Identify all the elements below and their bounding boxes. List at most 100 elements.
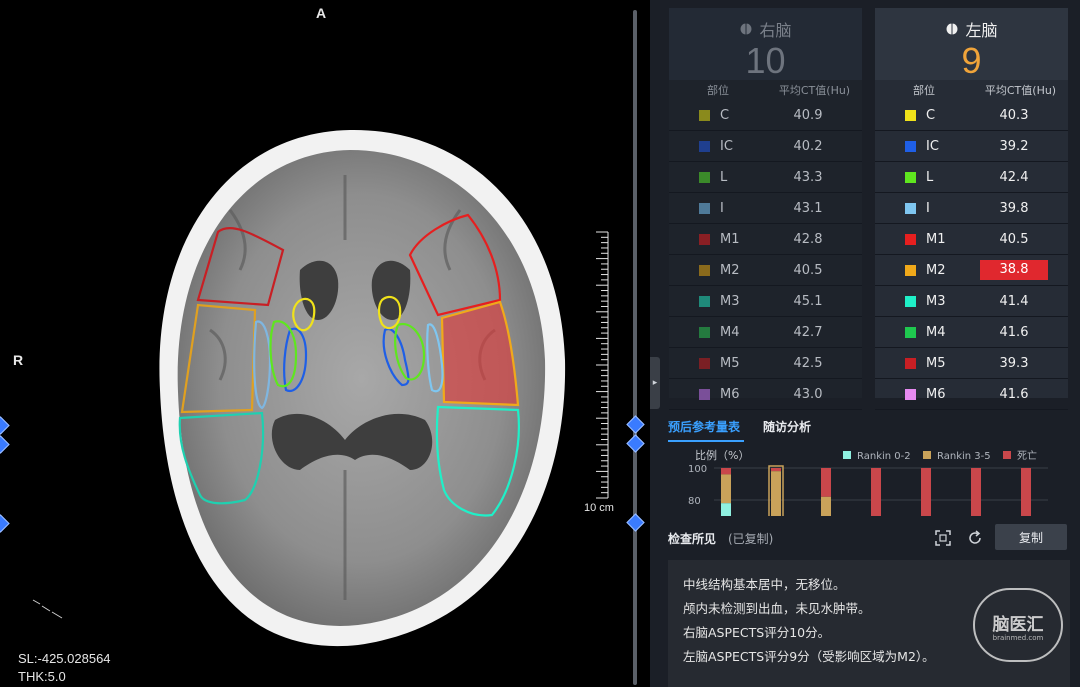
region-color-swatch <box>905 140 916 152</box>
chart-bar-segment <box>771 471 781 516</box>
legend-label: 死亡 <box>1017 449 1037 462</box>
region-name: M1 <box>720 231 740 247</box>
region-ct-value: 40.5 <box>793 262 823 278</box>
region-color-swatch <box>699 326 710 338</box>
left-hemisphere-score: 9 <box>961 40 982 81</box>
slice-slider-track[interactable] <box>633 10 637 685</box>
y-tick-label: 100 <box>688 464 707 475</box>
region-ct-value: 42.7 <box>793 324 823 340</box>
table-row[interactable]: C 40.3 <box>875 100 1068 131</box>
region-ct-value: 40.9 <box>793 107 823 123</box>
region-ct-value: 42.4 <box>999 169 1029 185</box>
table-row[interactable]: IC 39.2 <box>875 131 1068 162</box>
region-ct-value: 42.8 <box>793 231 823 247</box>
chart-bar-segment <box>971 468 981 516</box>
legend-swatch <box>923 451 931 459</box>
findings-header: 检查所见 (已复制) 复制 <box>668 524 1068 552</box>
finding-line: 左脑ASPECTS评分9分（受影响区域为M2）。 <box>683 649 935 664</box>
findings-status: (已复制) <box>728 532 774 546</box>
tab-followup[interactable]: 随访分析 <box>763 418 811 435</box>
left-hemisphere-title: 左脑 <box>965 21 998 40</box>
region-name: M2 <box>720 262 740 278</box>
table-row[interactable]: L 42.4 <box>875 162 1068 193</box>
finding-line: 颅内未检测到出血，未见水肿带。 <box>683 601 871 616</box>
left-hemisphere-card[interactable]: 左脑 9 <box>875 8 1068 81</box>
tab-prognosis[interactable]: 预后参考量表 <box>668 418 740 435</box>
table-row[interactable]: M2 40.5 <box>669 255 862 286</box>
region-ct-value: 39.3 <box>999 355 1029 371</box>
region-ct-value: 43.1 <box>793 200 823 216</box>
logo-text: 脑医汇 <box>992 615 1044 635</box>
region-color-swatch <box>905 171 916 183</box>
table-row[interactable]: M1 40.5 <box>875 224 1068 255</box>
region-name: M4 <box>720 324 740 340</box>
ct-viewer[interactable]: A R 10 cm SL:-425.028564 THK:5.0 <box>0 0 650 687</box>
right-hemisphere-table: 部位 平均CT值(Hu) C 40.9 IC 40.2 L 43.3 I 43.1 M1 42.8… <box>669 80 862 410</box>
right-hemisphere-card[interactable]: 右脑 10 <box>669 8 862 81</box>
copy-button[interactable]: 复制 <box>995 524 1067 550</box>
table-row[interactable]: C 40.9 <box>669 100 862 131</box>
region-name: M3 <box>926 293 946 309</box>
table-row[interactable]: M6 41.6 <box>875 379 1068 410</box>
region-name: M4 <box>926 324 946 340</box>
table-row[interactable]: I 43.1 <box>669 193 862 224</box>
right-hemisphere-score: 10 <box>745 40 786 81</box>
chart-bar-segment <box>871 468 881 516</box>
slice-location-text: SL:-425.028564 <box>18 651 111 666</box>
fullscreen-icon[interactable] <box>935 530 951 546</box>
table-row[interactable]: M2 38.8 <box>875 255 1068 286</box>
region-ct-value: 43.3 <box>793 169 823 185</box>
legend-swatch <box>1003 451 1011 459</box>
left-hemisphere-table: 部位 平均CT值(Hu) C 40.3 IC 39.2 L 42.4 I 39.8 M1 40.5… <box>875 80 1068 410</box>
region-color-swatch <box>699 264 710 276</box>
column-header-region: 部位 <box>707 84 729 97</box>
right-hemisphere-title: 右脑 <box>759 21 792 40</box>
table-row[interactable]: M4 42.7 <box>669 317 862 348</box>
chart-bar-segment <box>921 468 931 516</box>
region-color-swatch <box>699 171 710 183</box>
table-row[interactable]: M4 41.6 <box>875 317 1068 348</box>
table-row[interactable]: M6 43.0 <box>669 379 862 410</box>
chart-bar-segment <box>721 468 731 475</box>
table-row[interactable]: L 43.3 <box>669 162 862 193</box>
panel-collapse-toggle[interactable]: ▸ <box>650 357 660 409</box>
region-name: I <box>720 200 724 216</box>
prognosis-chart: 比例（%） Rankin 0-2 Rankin 3-5 死亡 100 80 <box>668 444 1068 516</box>
chart-bar-segment <box>771 468 781 472</box>
chart-bar-segment <box>821 468 831 497</box>
table-row[interactable]: M3 45.1 <box>669 286 862 317</box>
table-row[interactable]: IC 40.2 <box>669 131 862 162</box>
region-name: M3 <box>720 293 740 309</box>
region-name: L <box>926 169 934 185</box>
orientation-right-label: R <box>13 352 24 368</box>
y-tick-label: 80 <box>688 496 701 507</box>
column-header-ct: 平均CT值(Hu) <box>984 84 1057 97</box>
table-row[interactable]: M1 42.8 <box>669 224 862 255</box>
column-header-ct: 平均CT值(Hu) <box>778 84 851 97</box>
table-row[interactable]: M5 42.5 <box>669 348 862 379</box>
findings-text-box[interactable]: 中线结构基本居中，无移位。 颅内未检测到出血，未见水肿带。 右脑ASPECTS评… <box>668 560 1070 687</box>
chart-bar-segment <box>821 496 831 516</box>
table-row[interactable]: M5 39.3 <box>875 348 1068 379</box>
region-name: C <box>720 107 730 123</box>
region-color-swatch <box>905 202 916 214</box>
refresh-icon[interactable] <box>967 530 983 546</box>
region-name: M2 <box>926 262 946 278</box>
column-header-region: 部位 <box>913 84 935 97</box>
table-row[interactable]: M3 41.4 <box>875 286 1068 317</box>
region-name: M6 <box>720 386 740 402</box>
chevron-right-icon: ▸ <box>652 378 658 388</box>
region-color-swatch <box>699 109 710 121</box>
region-name: M5 <box>926 355 946 371</box>
region-color-swatch <box>905 233 916 245</box>
region-color-swatch <box>699 202 710 214</box>
region-color-swatch <box>699 388 710 400</box>
table-row[interactable]: I 39.8 <box>875 193 1068 224</box>
region-color-swatch <box>699 357 710 369</box>
analysis-tabs: 预后参考量表 随访分析 <box>668 414 1068 444</box>
brain-icon <box>945 22 959 36</box>
region-ct-value: 39.8 <box>999 200 1029 216</box>
ct-image[interactable] <box>0 0 650 687</box>
region-ct-value: 41.6 <box>999 386 1029 402</box>
region-name: L <box>720 169 728 185</box>
